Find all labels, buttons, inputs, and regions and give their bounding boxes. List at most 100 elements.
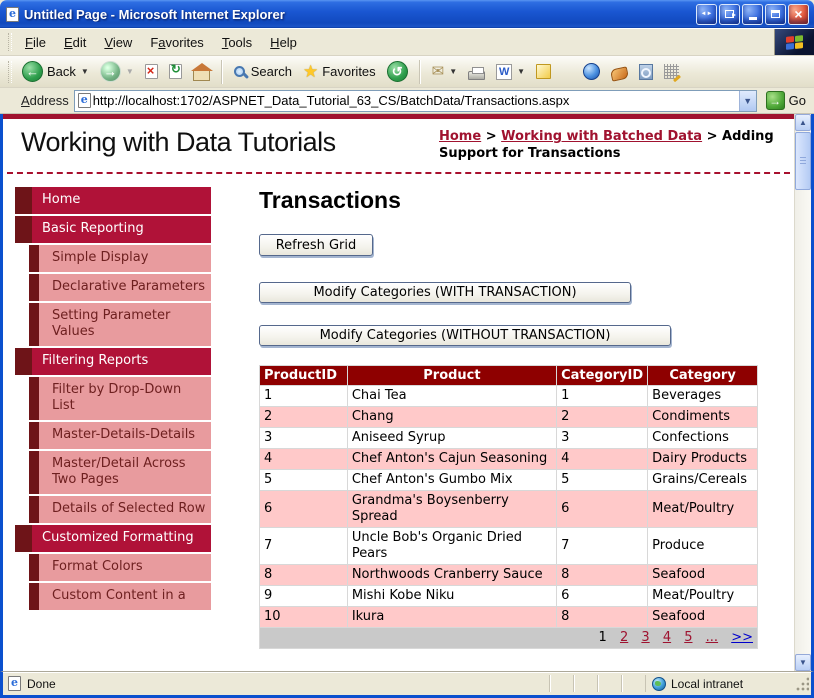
addon-grid-icon — [664, 64, 679, 79]
mail-button[interactable]: ✉▼ — [428, 62, 462, 81]
minimize-button[interactable] — [742, 4, 763, 25]
pop-out-button[interactable] — [719, 4, 740, 25]
status-panel-separator — [573, 675, 597, 692]
toolbar-grip[interactable] — [8, 33, 12, 51]
maximize-button[interactable] — [765, 4, 786, 25]
pager-next-link[interactable]: >> — [731, 630, 753, 645]
pager-ellipsis-link[interactable]: ... — [706, 630, 718, 645]
edit-with-word-button[interactable]: W▼ — [492, 62, 529, 82]
table-row: 9Mishi Kobe Niku6Meat/Poultry — [260, 586, 758, 607]
web-page: Working with Data Tutorials Home > Worki… — [3, 114, 794, 671]
forward-button[interactable]: → ▼ — [96, 59, 138, 84]
pager-page-5-link[interactable]: 5 — [684, 630, 692, 645]
breadcrumb-home-link[interactable]: Home — [439, 129, 481, 144]
sidebar-item-setting-parameter-values[interactable]: Setting Parameter Values — [29, 303, 211, 346]
back-button[interactable]: ← Back ▼ — [18, 59, 93, 84]
page-title: Transactions — [259, 187, 786, 214]
menu-help[interactable]: Help — [261, 29, 306, 55]
vertical-scrollbar[interactable]: ▲ ▼ — [794, 114, 811, 671]
close-icon: × — [794, 7, 802, 21]
pager-row: 1 2 3 4 5 ... >> — [260, 628, 758, 649]
messenger-button[interactable] — [579, 61, 604, 82]
address-dropdown-button[interactable]: ▼ — [739, 91, 756, 111]
sidebar-item-basic-reporting[interactable]: Basic Reporting — [15, 216, 211, 243]
table-row: 6Grandma's Boysenberry Spread6Meat/Poult… — [260, 491, 758, 528]
stop-icon: × — [145, 64, 158, 79]
mail-dropdown-icon: ▼ — [449, 67, 457, 76]
sidebar-item-simple-display[interactable]: Simple Display — [29, 245, 211, 272]
edit-dropdown-icon: ▼ — [517, 67, 525, 76]
favorites-button[interactable]: ★ Favorites — [299, 61, 380, 82]
intranet-globe-icon — [652, 677, 666, 691]
standard-buttons-toolbar: ← Back ▼ → ▼ × ↻ Search ★ Favorites ↺ ✉▼… — [0, 56, 814, 88]
windows-flag-icon — [786, 35, 803, 50]
pager-page-2-link[interactable]: 2 — [620, 630, 628, 645]
status-panel-separator — [549, 675, 573, 692]
pager: 1 2 3 4 5 ... >> — [260, 628, 758, 649]
sidebar-item-master-details-details[interactable]: Master-Details-Details — [29, 422, 211, 449]
table-row: 4Chef Anton's Cajun Seasoning4Dairy Prod… — [260, 449, 758, 470]
zone-label: Local intranet — [671, 677, 743, 691]
toolbar-separator — [419, 60, 421, 84]
status-message-panel: Done — [8, 676, 549, 691]
sidebar-item-custom-content[interactable]: Custom Content in a — [29, 583, 211, 610]
scrollbar-thumb[interactable] — [795, 132, 811, 190]
minimize-icon — [749, 17, 757, 20]
menu-view[interactable]: View — [95, 29, 141, 55]
menu-edit[interactable]: Edit — [55, 29, 95, 55]
menu-favorites[interactable]: Favorites — [141, 29, 212, 55]
addon-button-3[interactable] — [660, 62, 683, 81]
addon-icon-1 — [610, 66, 629, 81]
home-button[interactable] — [189, 61, 214, 83]
addressbar: Address ▼ → Go — [0, 88, 814, 114]
word-icon: W — [496, 64, 512, 80]
search-button[interactable]: Search — [230, 62, 296, 81]
sidebar-item-master-detail-two-pages[interactable]: Master/Detail Across Two Pages — [29, 451, 211, 494]
sidebar-item-filter-by-dropdown-list[interactable]: Filter by Drop-Down List — [29, 377, 211, 420]
refresh-grid-button[interactable]: Refresh Grid — [259, 234, 373, 256]
sidebar-item-home[interactable]: Home — [15, 187, 211, 214]
column-header-product: Product — [347, 366, 556, 386]
pager-page-3-link[interactable]: 3 — [641, 630, 649, 645]
sidebar-item-customized-formatting[interactable]: Customized Formatting — [15, 525, 211, 552]
window-title: Untitled Page - Microsoft Internet Explo… — [24, 7, 691, 22]
forward-icon: → — [100, 61, 121, 82]
maximize-icon — [771, 10, 780, 18]
refresh-button[interactable]: ↻ — [165, 62, 186, 81]
discuss-button[interactable] — [532, 62, 555, 81]
pan-arrows-button[interactable]: ◄► — [696, 4, 717, 25]
pager-page-1-current: 1 — [599, 630, 607, 645]
page-icon — [78, 93, 91, 108]
go-button[interactable]: → Go — [762, 91, 810, 110]
table-row: 8Northwoods Cranberry Sauce8Seafood — [260, 565, 758, 586]
sidebar-item-declarative-parameters[interactable]: Declarative Parameters — [29, 274, 211, 301]
column-header-categoryid: CategoryID — [557, 366, 648, 386]
history-button[interactable]: ↺ — [383, 59, 412, 84]
addon-button-1[interactable] — [607, 62, 632, 82]
resize-grip[interactable] — [795, 677, 809, 691]
sidebar-item-format-colors[interactable]: Format Colors — [29, 554, 211, 581]
stop-button[interactable]: × — [141, 62, 162, 81]
scroll-up-button[interactable]: ▲ — [795, 114, 811, 131]
home-icon — [193, 70, 210, 81]
titlebar[interactable]: Untitled Page - Microsoft Internet Explo… — [0, 0, 814, 28]
modify-without-transaction-button[interactable]: Modify Categories (WITHOUT TRANSACTION) — [259, 325, 671, 346]
close-button[interactable]: × — [788, 4, 809, 25]
windows-logo — [774, 29, 814, 55]
scroll-down-button[interactable]: ▼ — [795, 654, 811, 671]
breadcrumb-parent-link[interactable]: Working with Batched Data — [501, 129, 702, 144]
sidebar-item-details-of-selected-row[interactable]: Details of Selected Row — [29, 496, 211, 523]
menu-tools[interactable]: Tools — [213, 29, 261, 55]
address-input[interactable] — [91, 93, 739, 108]
sidebar-item-filtering-reports[interactable]: Filtering Reports — [15, 348, 211, 375]
table-row: 3Aniseed Syrup3Confections — [260, 428, 758, 449]
print-button[interactable] — [464, 61, 489, 82]
table-row: 5Chef Anton's Gumbo Mix5Grains/Cereals — [260, 470, 758, 491]
menu-file[interactable]: File — [16, 29, 55, 55]
addon-button-2[interactable] — [635, 62, 657, 82]
column-header-category: Category — [648, 366, 758, 386]
toolbar-grip[interactable] — [8, 61, 12, 83]
pager-page-4-link[interactable]: 4 — [663, 630, 671, 645]
modify-with-transaction-button[interactable]: Modify Categories (WITH TRANSACTION) — [259, 282, 631, 303]
site-title: Working with Data Tutorials — [21, 127, 439, 162]
